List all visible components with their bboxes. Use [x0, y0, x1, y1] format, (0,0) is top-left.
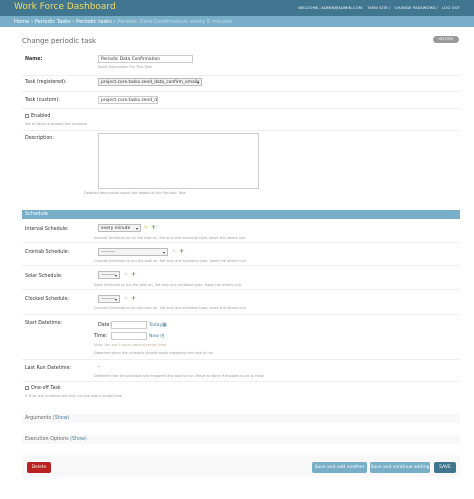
- task-custom-input[interactable]: project.core.tasks.send_dat: [98, 96, 158, 104]
- crontab-label: Crontab Schedule:: [25, 250, 70, 255]
- start-datetime-label: Start Datetime:: [25, 321, 63, 326]
- enabled-help: Set to False to disable the schedule: [25, 122, 88, 126]
- form-row-last-run: [22, 360, 460, 382]
- breadcrumb: Home › Periodic Tasks › Periodic tasks ›…: [0, 16, 474, 27]
- last-run-label: Last Run Datetime:: [25, 366, 72, 371]
- solar-select[interactable]: --------- ▾: [98, 271, 120, 279]
- breadcrumb-home[interactable]: Home: [14, 19, 29, 25]
- save-and-add-another-button[interactable]: Save and add another: [312, 462, 367, 473]
- pencil-icon[interactable]: ✎: [172, 249, 176, 255]
- date-label: Date:: [98, 323, 112, 328]
- user-tools: WELCOME, ADMIN@ADMIN.COM. VIEW SITE/ CHA…: [298, 5, 460, 10]
- chevron-down-icon: ▾: [196, 80, 199, 85]
- welcome-text: WELCOME, ADMIN@ADMIN.COM.: [298, 5, 364, 10]
- calendar-icon[interactable]: ▦: [162, 322, 167, 328]
- execution-options-show-link[interactable]: (Show): [70, 437, 87, 442]
- clocked-select[interactable]: --------- ▾: [98, 295, 120, 303]
- arguments-show-link[interactable]: (Show): [53, 416, 70, 421]
- time-label: Time:: [94, 334, 108, 339]
- name-label: Name:: [25, 57, 43, 62]
- one-off-help: If True, the schedule will only run the …: [25, 394, 123, 398]
- plus-icon[interactable]: +: [179, 248, 184, 255]
- solar-help: Solar Schedule to run the task on. Set o…: [94, 283, 242, 287]
- view-site-link[interactable]: VIEW SITE: [368, 5, 388, 10]
- logout-link[interactable]: LOG OUT: [442, 5, 460, 10]
- chevron-down-icon: ▾: [162, 250, 165, 255]
- breadcrumb-current: Periodic Data Confirmation: every 5 minu…: [117, 18, 233, 25]
- form-row-enabled: [22, 109, 460, 131]
- chevron-down-icon: ▾: [114, 297, 117, 302]
- pencil-icon[interactable]: ✎: [124, 296, 128, 302]
- page-title: Change periodic task: [22, 37, 97, 45]
- task-registered-label: Task (registered):: [25, 80, 67, 85]
- plus-icon[interactable]: +: [151, 224, 156, 231]
- one-off-label: One-off Task: [31, 386, 61, 391]
- site-brand[interactable]: Work Force Dashboard: [14, 2, 116, 12]
- chevron-down-icon: ▾: [114, 273, 117, 278]
- crontab-help: Crontab Schedule to run the task on. Set…: [94, 259, 247, 263]
- start-datetime-help: Datetime when the schedule should begin …: [94, 351, 214, 355]
- task-custom-label: Task (custom):: [25, 98, 60, 103]
- clocked-label: Clocked Schedule:: [25, 297, 70, 302]
- clocked-help: Clocked Schedule to run the task on. Set…: [94, 306, 247, 310]
- today-link[interactable]: Today: [149, 323, 162, 328]
- crontab-select[interactable]: --------- ▾: [98, 248, 168, 256]
- save-button[interactable]: SAVE: [434, 462, 456, 473]
- task-registered-select[interactable]: project.core.tasks.send_data_confirm_ema…: [98, 78, 202, 86]
- breadcrumb-model[interactable]: Periodic tasks: [76, 19, 112, 25]
- arguments-fieldset: Arguments (Show): [22, 414, 460, 423]
- schedule-section-header: Schedule: [22, 210, 460, 219]
- form-row-name: [22, 52, 460, 76]
- plus-icon[interactable]: +: [131, 295, 136, 302]
- interval-label: Interval Schedule:: [25, 227, 69, 232]
- time-input[interactable]: [111, 332, 147, 340]
- description-help: Detailed description about the details o…: [84, 191, 186, 195]
- history-button[interactable]: HISTORY: [433, 36, 459, 43]
- execution-options-fieldset: Execution Options (Show): [22, 435, 460, 444]
- form-row-task-custom: [22, 92, 460, 109]
- last-run-value: -: [98, 365, 100, 370]
- clock-icon[interactable]: ◷: [160, 333, 164, 339]
- name-help: Short Description For This Task: [98, 65, 152, 69]
- form-row-start-datetime: [22, 315, 460, 360]
- chevron-down-icon: ▾: [135, 226, 138, 231]
- name-input[interactable]: Periodic Data Confirmation: [98, 55, 193, 63]
- interval-help: Interval Schedule to run the task on. Se…: [94, 236, 247, 240]
- change-password-link[interactable]: CHANGE PASSWORD: [395, 5, 436, 10]
- timezone-note: Note: You are 5 hours behind server time…: [94, 343, 168, 347]
- now-link[interactable]: Now: [149, 334, 159, 339]
- site-header: Work Force Dashboard WELCOME, ADMIN@ADMI…: [0, 0, 474, 16]
- pencil-icon[interactable]: ✎: [124, 272, 128, 278]
- breadcrumb-app[interactable]: Periodic Tasks: [35, 19, 71, 25]
- solar-label: Solar Schedule:: [25, 274, 63, 279]
- pencil-icon[interactable]: ✎: [144, 225, 148, 231]
- description-textarea[interactable]: [98, 133, 259, 189]
- description-label: Description:: [25, 136, 54, 141]
- form-row-clocked: [22, 290, 460, 315]
- interval-select[interactable]: every minute ▾: [98, 224, 141, 232]
- plus-icon[interactable]: +: [131, 271, 136, 278]
- form-row-task-registered: [22, 76, 460, 92]
- one-off-checkbox[interactable]: [25, 386, 29, 390]
- last-run-help: Datetime that the schedule last triggere…: [94, 374, 265, 378]
- delete-button[interactable]: Delete: [27, 462, 51, 473]
- enabled-checkbox[interactable]: [25, 114, 29, 118]
- save-and-continue-button[interactable]: Save and continue editing: [370, 462, 430, 473]
- enabled-label: Enabled: [31, 114, 51, 119]
- date-input[interactable]: [111, 321, 147, 329]
